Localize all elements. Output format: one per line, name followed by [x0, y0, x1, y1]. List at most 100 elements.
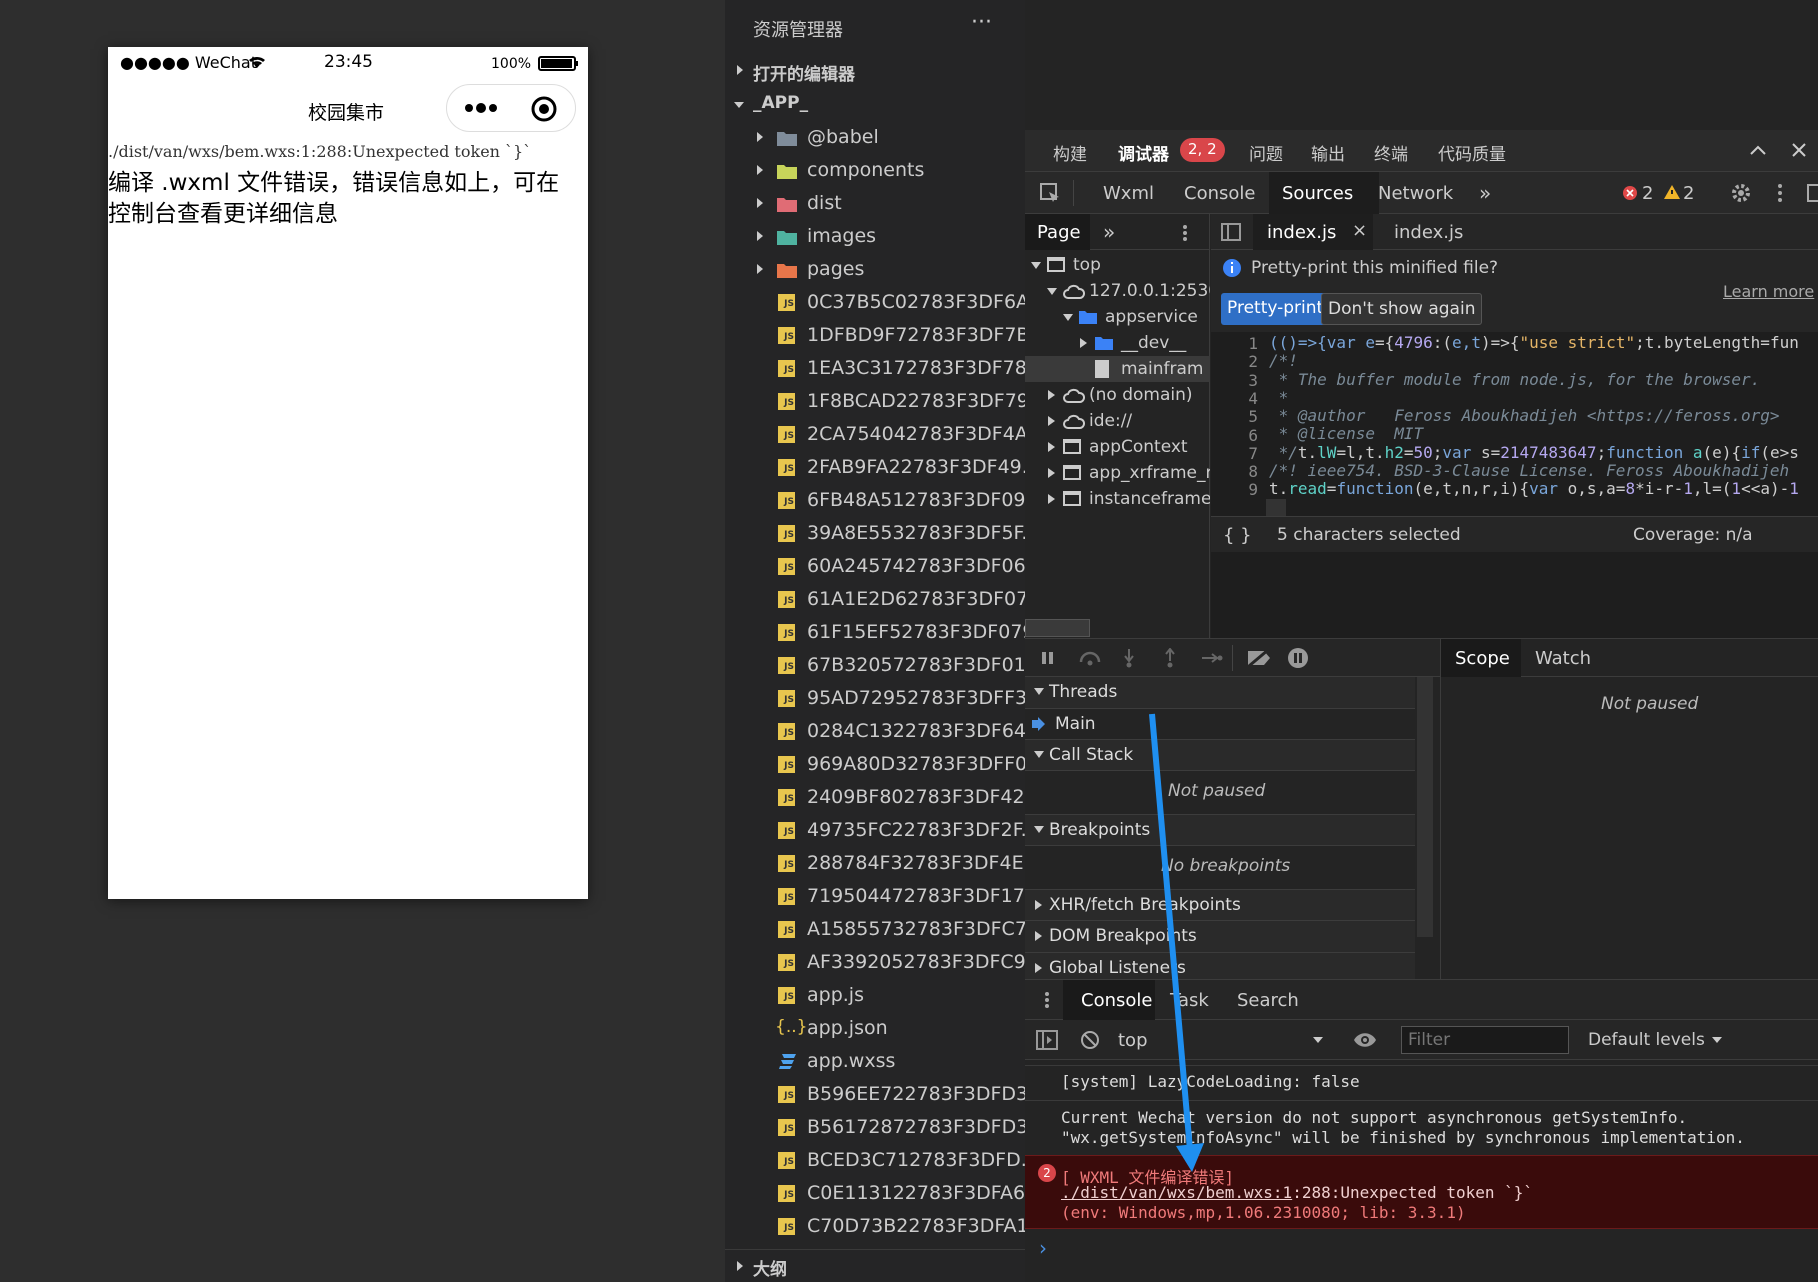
pretty-print-button[interactable]: Pretty-print [1221, 293, 1330, 325]
folder-item[interactable]: pages [725, 253, 1025, 286]
file-item[interactable]: JS 60A245742783F3DF06... [725, 550, 1025, 583]
dom-breakpoints-section[interactable]: DOM Breakpoints [1025, 921, 1415, 953]
editor-scrollbar[interactable] [1266, 499, 1286, 516]
navigator-tree-item[interactable]: appservice [1025, 304, 1210, 330]
drawer-tab-search[interactable]: Search [1237, 990, 1299, 1011]
dont-show-again-button[interactable]: Don't show again [1321, 293, 1483, 325]
step-over-icon[interactable] [1078, 650, 1104, 666]
context-selector[interactable]: top [1118, 1030, 1148, 1051]
learn-more-link[interactable]: Learn more [1723, 282, 1814, 301]
file-item[interactable]: JS 49735FC22783F3DF2F... [725, 814, 1025, 847]
file-item[interactable]: JS A15855732783F3DFC7... [725, 913, 1025, 946]
file-item[interactable]: JS 95AD72952783F3DFF3... [725, 682, 1025, 715]
file-item[interactable]: JS 2409BF802783F3DF42... [725, 781, 1025, 814]
xhr-breakpoints-section[interactable]: XHR/fetch Breakpoints [1025, 889, 1415, 921]
navigator-tree-item[interactable]: app_xrframe_r [1025, 460, 1210, 486]
kebab-menu-icon[interactable] [1777, 182, 1783, 204]
folder-item[interactable]: dist [725, 187, 1025, 220]
tab-console[interactable]: Console [1184, 183, 1255, 204]
kebab-menu-icon[interactable] [1044, 991, 1050, 1009]
error-count[interactable]: 2 [1642, 183, 1653, 204]
tab-code-quality[interactable]: 代码质量 [1438, 140, 1506, 165]
navigator-tree-item[interactable]: 127.0.0.1:2530 [1025, 278, 1210, 304]
tab-terminal[interactable]: 终端 [1374, 140, 1408, 165]
explorer-more-button[interactable]: ··· [971, 10, 992, 35]
console-filter-input[interactable] [1401, 1026, 1569, 1054]
console-prompt[interactable]: › [1039, 1236, 1047, 1260]
warning-count[interactable]: 2 [1683, 183, 1694, 204]
more-icon[interactable] [463, 97, 499, 119]
more-tabs-icon[interactable]: » [1479, 181, 1491, 205]
file-item[interactable]: JS 67B320572783F3DF01... [725, 649, 1025, 682]
file-item[interactable]: JS 1EA3C3172783F3DF78... [725, 352, 1025, 385]
folder-item[interactable]: images [725, 220, 1025, 253]
close-icon[interactable] [1791, 142, 1807, 158]
tab-build[interactable]: 构建 [1053, 140, 1087, 165]
console-error-entry[interactable]: 2 [ WXML 文件编译错误] ./dist/van/wxs/bem.wxs:… [1025, 1155, 1818, 1229]
deactivate-breakpoints-icon[interactable] [1246, 649, 1274, 667]
file-item[interactable]: JS 0284C1322783F3DF64... [725, 715, 1025, 748]
drawer-tab-task[interactable]: Task [1170, 990, 1209, 1011]
app-section[interactable]: _APP_ [725, 88, 1025, 121]
pause-on-exceptions-icon[interactable] [1287, 647, 1309, 669]
file-item[interactable]: JS 1F8BCAD22783F3DF79... [725, 385, 1025, 418]
tab-debugger[interactable]: 调试器 [1118, 140, 1169, 165]
chevron-down-icon[interactable] [1711, 1036, 1723, 1044]
gear-icon[interactable] [1730, 182, 1752, 204]
toggle-navigator-icon[interactable] [1221, 223, 1241, 241]
tab-output[interactable]: 输出 [1311, 140, 1345, 165]
debugger-scrollbar[interactable] [1417, 677, 1433, 937]
tab-sources[interactable]: Sources [1282, 183, 1353, 204]
file-item[interactable]: JS 39A8E5532783F3DF5F... [725, 517, 1025, 550]
step-into-icon[interactable] [1122, 648, 1136, 668]
tab-wxml[interactable]: Wxml [1103, 183, 1154, 204]
file-item[interactable]: JS C0E113122783F3DFA6... [725, 1177, 1025, 1210]
editor-tab-index-js-active[interactable]: index.js [1267, 222, 1336, 243]
chevron-down-icon[interactable] [1312, 1036, 1324, 1044]
file-item[interactable]: JS 969A80D32783F3DFF0... [725, 748, 1025, 781]
tab-page[interactable]: Page [1037, 222, 1081, 243]
file-item[interactable]: JS 2FAB9FA22783F3DF49... [725, 451, 1025, 484]
file-item[interactable]: JS 6FB48A512783F3DF09... [725, 484, 1025, 517]
error-source-link[interactable]: ./dist/van/wxs/bem.wxs:1 [1061, 1183, 1292, 1202]
pretty-print-toggle[interactable]: { } [1223, 525, 1252, 546]
close-tab-icon[interactable]: × [1352, 220, 1367, 241]
file-item[interactable]: {..} app.json [725, 1012, 1025, 1045]
file-item[interactable]: app.wxss [725, 1045, 1025, 1078]
clear-console-icon[interactable] [1080, 1030, 1100, 1050]
step-icon[interactable] [1201, 651, 1223, 665]
navigator-tree-item[interactable]: mainfram [1025, 356, 1210, 382]
navigator-tree-item[interactable]: top [1025, 252, 1210, 278]
more-navigator-icon[interactable]: » [1103, 220, 1115, 244]
inspect-element-icon[interactable] [1039, 182, 1061, 204]
close-mini-program-icon[interactable] [530, 95, 558, 123]
tab-issues[interactable]: 问题 [1249, 140, 1283, 165]
navigator-tree-item[interactable]: instanceframe [1025, 486, 1210, 512]
file-item[interactable]: JS 288784F32783F3DF4EE... [725, 847, 1025, 880]
file-item[interactable]: JS 2CA754042783F3DF4A... [725, 418, 1025, 451]
file-item[interactable]: JS 61A1E2D62783F3DF07... [725, 583, 1025, 616]
file-item[interactable]: JS B56172872783F3DFD3... [725, 1111, 1025, 1144]
outline-section[interactable]: 大纲 [725, 1249, 1025, 1282]
tab-network[interactable]: Network [1378, 183, 1453, 204]
file-item[interactable]: JS app.js [725, 979, 1025, 1012]
folder-item[interactable]: components [725, 154, 1025, 187]
eye-icon[interactable] [1353, 1031, 1377, 1049]
file-item[interactable]: JS 719504472783F3DF17F... [725, 880, 1025, 913]
open-editors-section[interactable]: 打开的编辑器 [725, 55, 1025, 88]
navigator-scrollbar[interactable] [1025, 619, 1090, 637]
navigator-tree-item[interactable]: ide:// [1025, 408, 1210, 434]
file-item[interactable]: JS 0C37B5C02783F3DF6A... [725, 286, 1025, 319]
file-item[interactable]: JS C70D73B22783F3DFA1... [725, 1210, 1025, 1243]
log-levels-dropdown[interactable]: Default levels [1588, 1030, 1705, 1050]
file-item[interactable]: JS B596EE722783F3DFD3... [725, 1078, 1025, 1111]
code-content[interactable]: (()=>{var e={4796:(e,t)=>{"use strict";t… [1269, 332, 1818, 518]
threads-section[interactable]: Threads [1025, 677, 1415, 709]
file-item[interactable]: JS BCED3C712783F3DFD... [725, 1144, 1025, 1177]
navigator-tree-item[interactable]: appContext [1025, 434, 1210, 460]
navigator-tree-item[interactable]: __dev__ [1025, 330, 1210, 356]
global-listeners-section[interactable]: Global Listeners [1025, 953, 1415, 979]
drawer-tab-console[interactable]: Console [1081, 990, 1152, 1011]
dock-icon[interactable] [1807, 184, 1818, 202]
step-out-icon[interactable] [1163, 648, 1177, 668]
